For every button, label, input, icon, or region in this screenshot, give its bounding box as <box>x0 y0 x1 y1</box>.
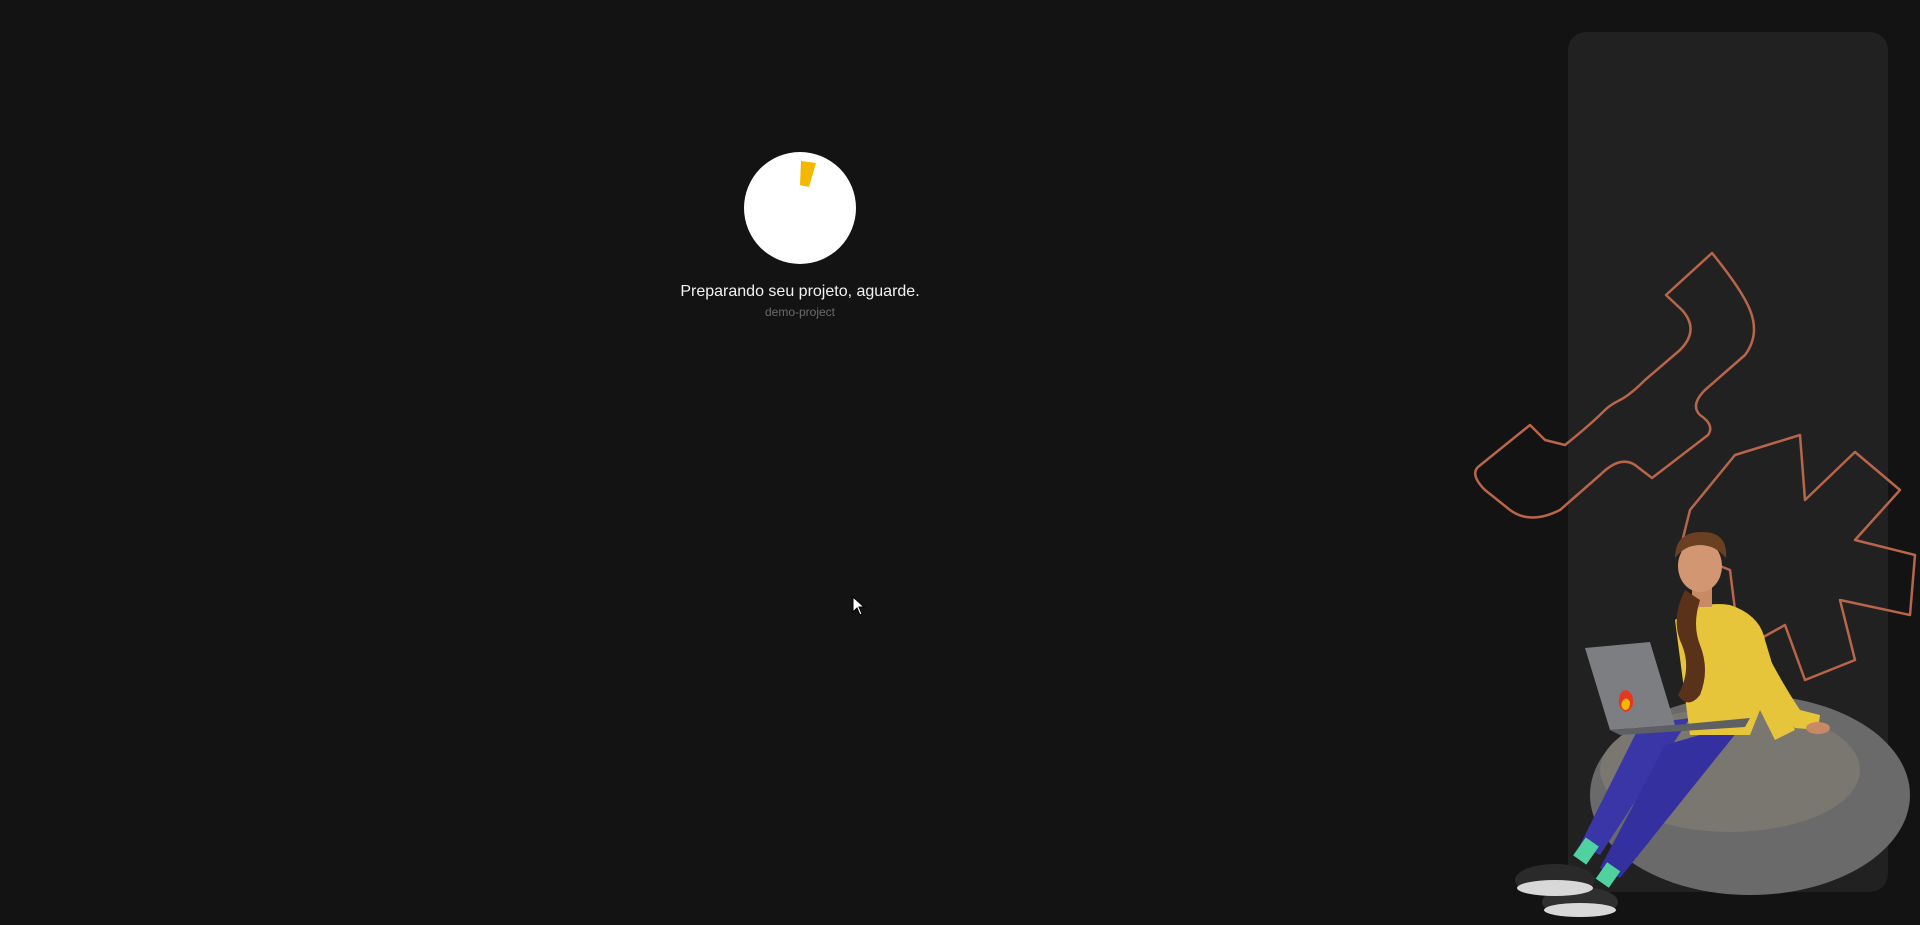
project-name: demo-project <box>764 305 836 319</box>
spinner-icon <box>744 152 856 264</box>
loading-message: Preparando seu projeto, aguarde. <box>680 283 920 300</box>
mouse-cursor-icon <box>852 596 866 616</box>
laptop <box>1585 642 1675 730</box>
person-with-laptop-illustration <box>1473 251 1917 917</box>
loading-indicator: Preparando seu projeto, aguarde. demo-pr… <box>0 152 1600 319</box>
